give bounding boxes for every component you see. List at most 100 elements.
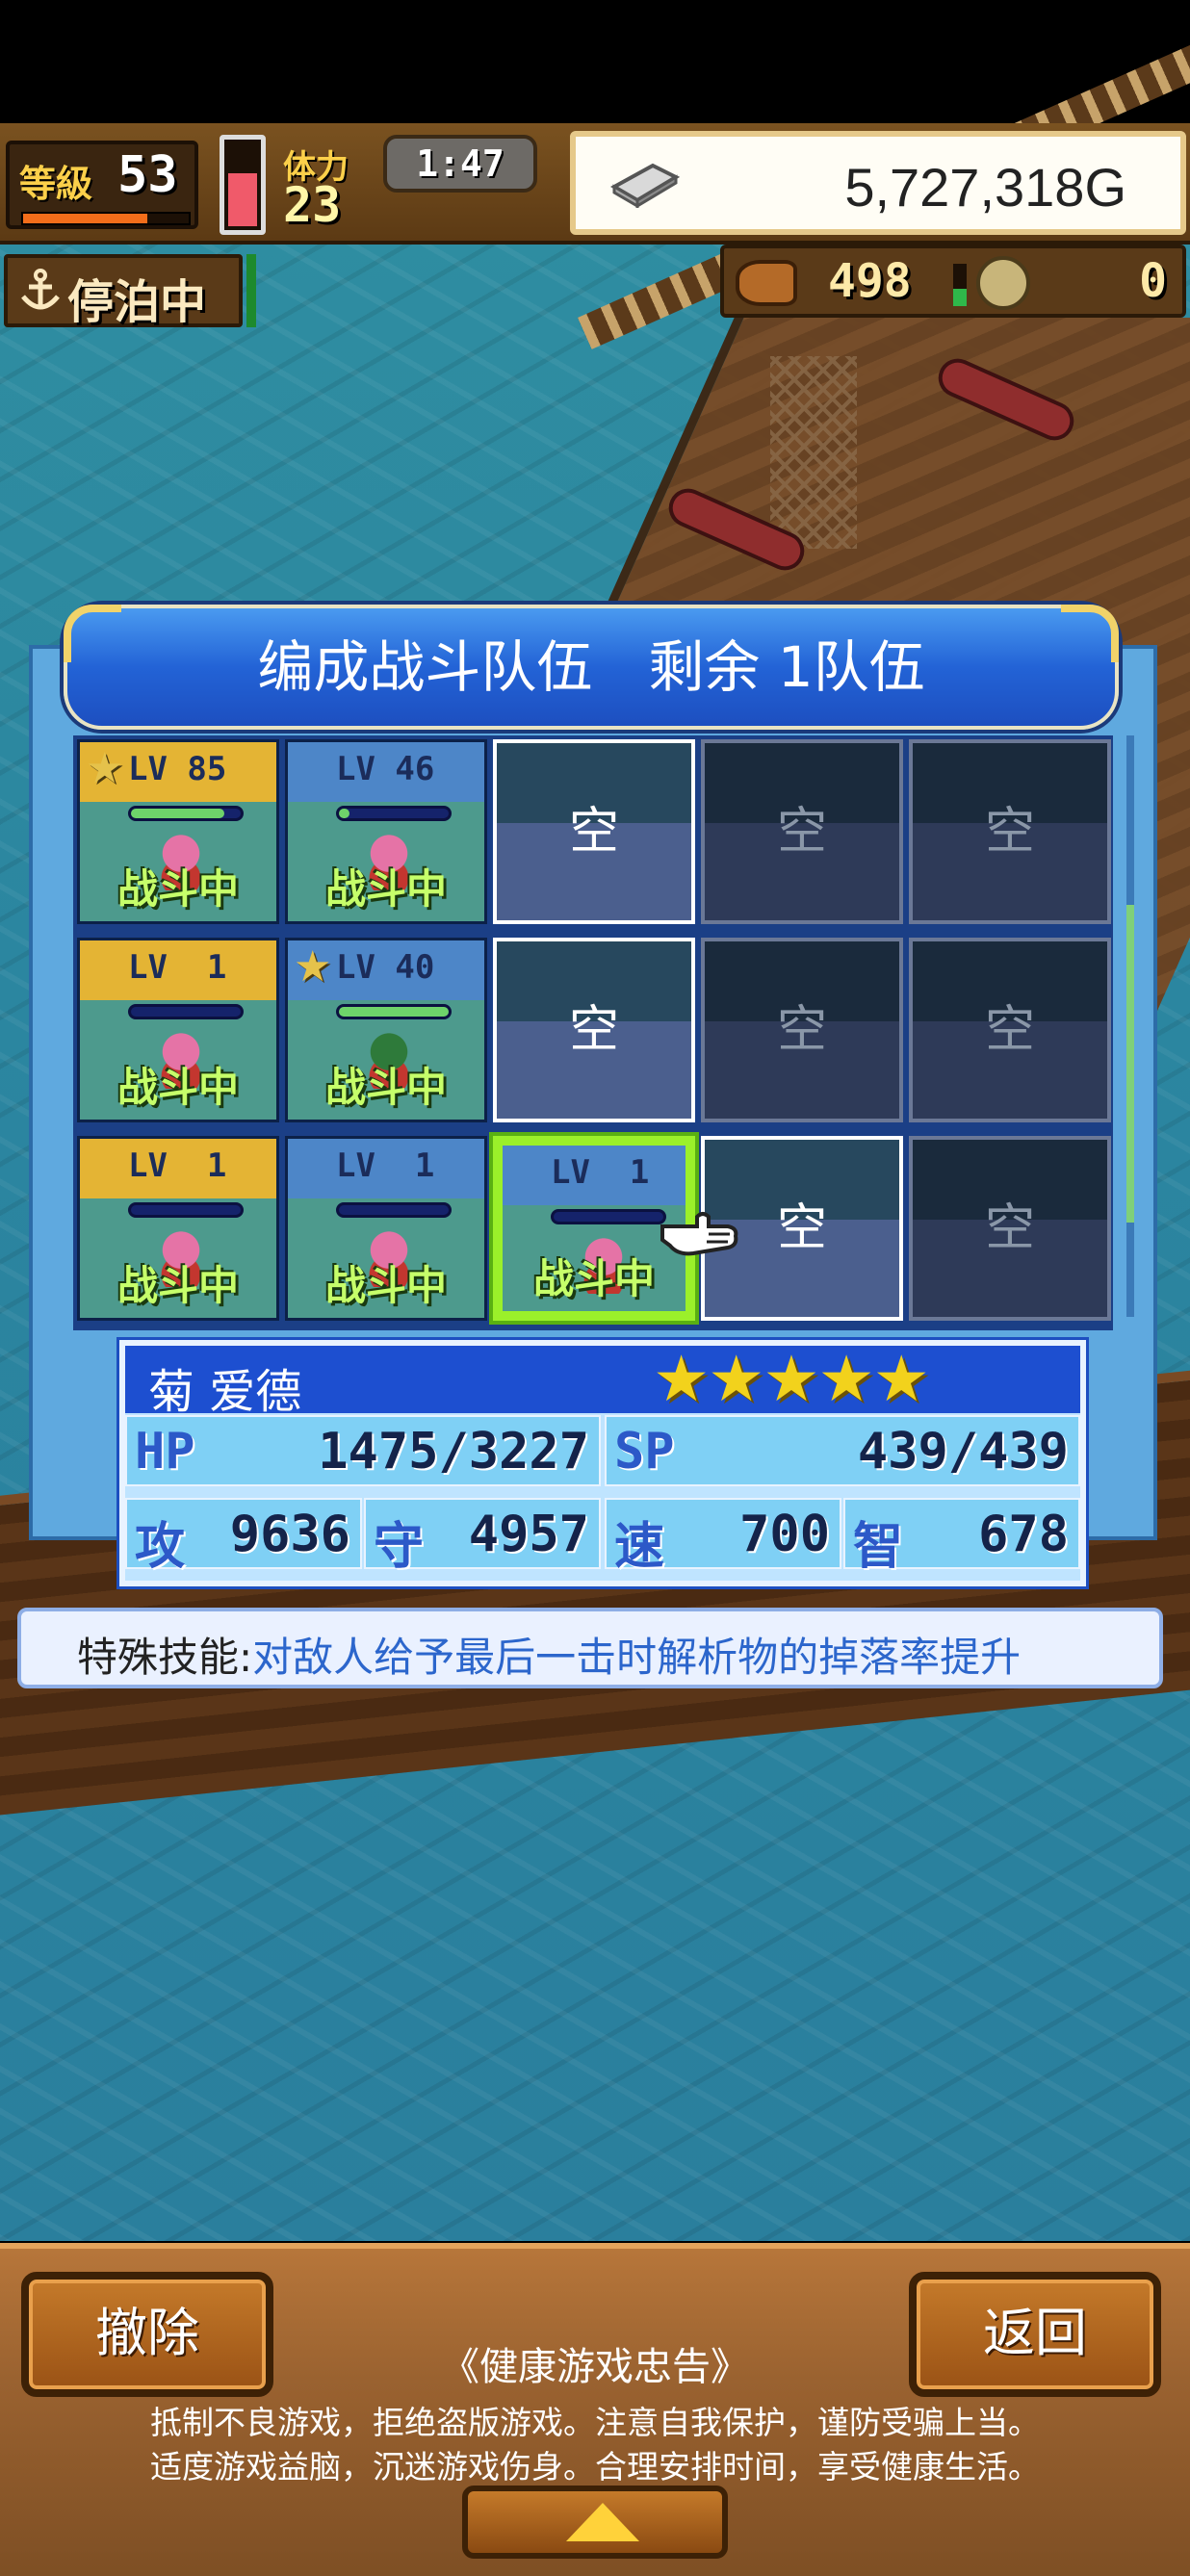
money-icon — [609, 163, 681, 208]
empty-team-slot[interactable]: 空 — [701, 739, 903, 924]
member-name-row: 菊 爱德 ★★★★★ — [125, 1346, 1080, 1419]
stat-speed-label: 速 — [614, 1518, 665, 1576]
anchor-status-panel: 停泊中 — [4, 254, 243, 329]
food-icon — [736, 260, 797, 306]
team-member-slot[interactable]: LV 1 战斗中 — [285, 1136, 487, 1321]
team-member-slot[interactable]: LV 1 战斗中 — [77, 1136, 279, 1321]
member-level: LV 1 — [128, 1146, 227, 1185]
empty-slot-label: 空 — [984, 1001, 1035, 1059]
hand-pointer-icon — [660, 1212, 738, 1256]
health-notice-line: 适度游戏益脑，沉迷游戏伤身。合理安排时间，享受健康生活。 — [150, 2448, 1040, 2486]
expand-menu-button[interactable] — [462, 2486, 728, 2559]
stamina-value: 23 — [283, 177, 342, 233]
money-panel: 5,727,318G — [570, 131, 1186, 235]
empty-team-slot[interactable]: 空 — [493, 938, 695, 1122]
stat-intelligence-value: 678 — [978, 1506, 1069, 1563]
game-clock: 1:47 — [383, 135, 537, 193]
empty-team-slot[interactable]: 空 — [909, 938, 1111, 1122]
dialog-header: 编成战斗队伍 剩余 1队伍 — [64, 605, 1119, 730]
dialog-title: 编成战斗队伍 剩余 1队伍 — [257, 634, 925, 700]
team-member-slot[interactable]: LV 46 战斗中 — [285, 739, 487, 924]
health-notice-title: 《健康游戏忠告》 — [441, 2345, 749, 2389]
empty-team-slot[interactable]: 空 — [493, 739, 695, 924]
member-level: LV 1 — [336, 1146, 435, 1185]
stamina-gauge-fill — [228, 172, 257, 226]
grid-scrollbar-thumb[interactable] — [1126, 905, 1134, 1223]
stat-hp-value: 1475/3227 — [318, 1423, 589, 1481]
stat-speed: 速 700 — [605, 1498, 841, 1576]
rope-ladder — [770, 356, 857, 549]
member-status-label: 战斗中 — [324, 1262, 447, 1309]
level-progress-fill — [23, 214, 147, 223]
stat-intelligence-label: 智 — [853, 1518, 904, 1576]
member-status-label: 战斗中 — [116, 865, 239, 913]
player-level-panel: 等級 53 — [6, 141, 198, 229]
leader-star-icon: ★ — [294, 942, 332, 992]
stamina-panel: 体力 23 — [279, 141, 375, 233]
member-exp-bar — [128, 1202, 244, 1218]
empty-slot-label: 空 — [776, 1001, 827, 1059]
anchor-status-indicator — [246, 254, 256, 327]
stat-defense-label: 守 — [374, 1518, 425, 1576]
member-detail-panel: 菊 爱德 ★★★★★ HP 1475/3227 SP 439/439 攻 963… — [119, 1340, 1086, 1586]
member-status-label: 战斗中 — [116, 1064, 239, 1111]
member-level: LV 40 — [336, 948, 435, 987]
stat-defense-value: 4957 — [468, 1506, 589, 1563]
stat-row-attributes: 攻 9636 守 4957 速 700 智 678 — [125, 1498, 1080, 1576]
special-skill-description: 特殊技能:对敌人给予最后一击时解析物的掉落率提升 — [77, 1625, 1021, 1684]
member-level: LV 1 — [128, 948, 227, 987]
member-exp-bar-fill — [339, 809, 350, 818]
empty-team-slot[interactable]: 空 — [701, 938, 903, 1122]
member-exp-bar — [551, 1209, 666, 1224]
food-value: 498 — [828, 254, 912, 308]
member-name: 菊 爱德 — [148, 1365, 302, 1419]
member-exp-bar — [336, 1004, 452, 1019]
empty-slot-label: 空 — [984, 1199, 1035, 1257]
anchor-icon — [21, 269, 60, 310]
member-exp-bar — [128, 806, 244, 821]
level-value: 53 — [117, 146, 178, 204]
member-status-label: 战斗中 — [324, 1064, 447, 1111]
member-level: LV 1 — [551, 1153, 650, 1192]
team-member-slot[interactable]: ★ LV 85 战斗中 — [77, 739, 279, 924]
stat-attack: 攻 9636 — [125, 1498, 362, 1576]
stat-attack-value: 9636 — [229, 1506, 350, 1563]
stat-intelligence: 智 678 — [843, 1498, 1080, 1576]
member-exp-bar — [128, 1004, 244, 1019]
team-member-slot[interactable]: LV 1 战斗中 — [77, 938, 279, 1122]
stat-hp: HP 1475/3227 — [125, 1415, 601, 1486]
empty-team-slot[interactable]: 空 — [909, 739, 1111, 924]
team-member-slot[interactable]: ★ LV 40 战斗中 — [285, 938, 487, 1122]
empty-slot-label: 空 — [984, 803, 1035, 861]
empty-slot-label: 空 — [568, 803, 619, 861]
member-exp-bar-fill — [339, 1007, 449, 1017]
member-exp-bar-fill — [131, 809, 224, 818]
food-gauge — [953, 264, 967, 306]
member-exp-bar — [336, 1202, 452, 1218]
level-label: 等級 — [19, 163, 93, 205]
coin-value: 0 — [1139, 254, 1167, 308]
member-exp-bar — [336, 806, 452, 821]
stat-sp-value: 439/439 — [857, 1423, 1069, 1481]
health-notice-line: 抵制不良游戏，拒绝盗版游戏。注意自我保护，谨防受骗上当。 — [150, 2404, 1040, 2441]
corner-ornament — [1061, 605, 1119, 662]
stat-speed-value: 700 — [739, 1506, 830, 1563]
member-level: LV 85 — [128, 750, 227, 788]
stat-sp-label: SP — [614, 1423, 675, 1481]
corner-ornament — [64, 605, 121, 662]
stat-hp-label: HP — [135, 1423, 195, 1481]
anchor-status-text: 停泊中 — [67, 275, 207, 329]
empty-team-slot[interactable]: 空 — [909, 1136, 1111, 1321]
stat-attack-label: 攻 — [135, 1518, 186, 1576]
empty-slot-label: 空 — [776, 803, 827, 861]
member-status-label: 战斗中 — [116, 1262, 239, 1309]
stat-sp: SP 439/439 — [605, 1415, 1080, 1486]
arrow-up-icon — [566, 2503, 639, 2541]
level-progress-bar — [21, 212, 191, 225]
stat-defense: 守 4957 — [364, 1498, 601, 1576]
coin-icon — [976, 256, 1030, 310]
special-skill-panel: 特殊技能:对敌人给予最后一击时解析物的掉落率提升 — [17, 1608, 1163, 1688]
empty-slot-label: 空 — [568, 1001, 619, 1059]
member-status-label: 战斗中 — [324, 865, 447, 913]
money-value: 5,727,318G — [844, 157, 1126, 218]
